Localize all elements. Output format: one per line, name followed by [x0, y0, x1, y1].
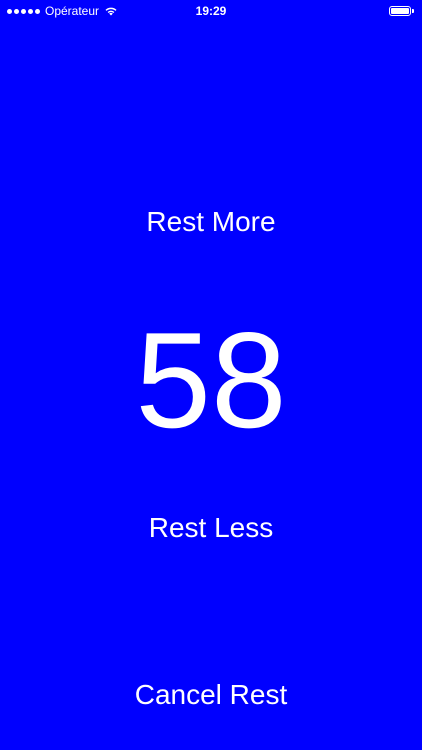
battery-body — [389, 6, 411, 16]
cancel-rest-button[interactable]: Cancel Rest — [0, 675, 422, 715]
status-time: 19:29 — [195, 4, 227, 18]
rest-more-button[interactable]: Rest More — [0, 202, 422, 242]
rest-countdown: 58 — [135, 304, 287, 456]
rest-less-button[interactable]: Rest Less — [0, 508, 422, 548]
battery-tip — [412, 9, 414, 13]
status-bar: Opérateur 19:29 — [0, 0, 422, 22]
battery-fill — [391, 8, 409, 14]
battery-icon — [389, 6, 414, 16]
